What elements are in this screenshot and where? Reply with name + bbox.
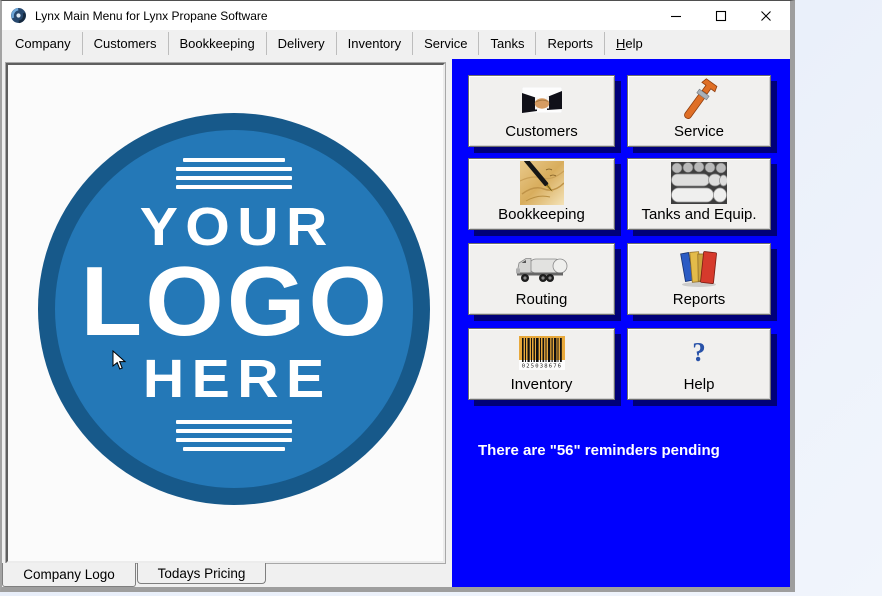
tanks-and-equipment-button-label: Tanks and Equip. xyxy=(641,207,756,224)
minimize-button[interactable] xyxy=(653,1,698,30)
menu-help-accel: H xyxy=(616,36,625,51)
mouse-cursor xyxy=(112,350,127,371)
customers-button-label: Customers xyxy=(505,124,578,141)
menu-reports[interactable]: Reports xyxy=(536,32,605,55)
company-logo-image: YOUR LOGO HERE xyxy=(38,113,430,505)
tab-company-logo[interactable]: Company Logo xyxy=(2,563,136,587)
reports-button-label: Reports xyxy=(673,292,726,309)
close-button[interactable] xyxy=(743,1,788,30)
reports-button[interactable]: Reports xyxy=(627,243,771,315)
logo-inner-circle: YOUR LOGO HERE xyxy=(55,130,413,488)
menu-customers[interactable]: Customers xyxy=(83,32,169,55)
inventory-button-label: Inventory xyxy=(511,377,573,394)
routing-button-label: Routing xyxy=(516,292,568,309)
logo-text-here: HERE xyxy=(136,352,332,406)
tank-truck-icon xyxy=(469,244,614,292)
inventory-button[interactable]: 025038676 Inventory xyxy=(468,328,615,400)
close-icon xyxy=(760,10,772,22)
service-button[interactable]: Service xyxy=(627,75,771,147)
menu-bookkeeping[interactable]: Bookkeeping xyxy=(169,32,267,55)
ledger-pen-icon xyxy=(469,159,614,207)
title-bar: Lynx Main Menu for Lynx Propane Software xyxy=(2,1,790,30)
handshake-icon xyxy=(469,76,614,124)
logo-picture-area: YOUR LOGO HERE xyxy=(6,63,445,563)
window-title: Lynx Main Menu for Lynx Propane Software xyxy=(35,9,268,23)
tab-todays-pricing-label: Todays Pricing xyxy=(158,566,246,581)
question-mark-icon: ? xyxy=(628,329,770,377)
logo-text-logo: LOGO xyxy=(78,256,391,346)
reminders-pending-text: There are "56" reminders pending xyxy=(478,442,720,459)
logo-picture-frame: YOUR LOGO HERE xyxy=(5,62,446,564)
tab-company-logo-label: Company Logo xyxy=(23,567,115,582)
service-button-label: Service xyxy=(674,124,724,141)
menu-delivery[interactable]: Delivery xyxy=(267,32,337,55)
barcode-digits: 025038676 xyxy=(521,363,562,369)
bookkeeping-button[interactable]: Bookkeeping xyxy=(468,158,615,230)
maximize-icon xyxy=(715,10,727,22)
help-button-label: Help xyxy=(684,377,715,394)
menu-inventory[interactable]: Inventory xyxy=(337,32,413,55)
tab-todays-pricing[interactable]: Todays Pricing xyxy=(137,563,266,584)
tanks-and-equipment-button[interactable]: Tanks and Equip. xyxy=(627,158,771,230)
menu-company[interactable]: Company xyxy=(4,32,83,55)
minimize-icon xyxy=(670,10,682,22)
window-controls xyxy=(653,1,788,30)
menu-service[interactable]: Service xyxy=(413,32,479,55)
maximize-button[interactable] xyxy=(698,1,743,30)
bookkeeping-button-label: Bookkeeping xyxy=(498,207,585,224)
app-icon xyxy=(10,7,27,24)
menu-help-rest: elp xyxy=(625,36,642,51)
books-icon xyxy=(628,244,770,292)
barcode-icon: 025038676 xyxy=(469,329,614,377)
app-window: Lynx Main Menu for Lynx Propane Software… xyxy=(0,0,795,592)
pipe-wrench-icon xyxy=(628,76,770,124)
routing-button[interactable]: Routing xyxy=(468,243,615,315)
logo-deco-lines-top xyxy=(176,155,292,192)
help-button[interactable]: ? Help xyxy=(627,328,771,400)
launcher-panel: Customers Service xyxy=(452,59,790,587)
menu-help[interactable]: Help xyxy=(605,32,654,55)
propane-tanks-icon xyxy=(628,159,770,207)
logo-deco-lines-bottom xyxy=(176,417,292,454)
menu-bar: Company Customers Bookkeeping Delivery I… xyxy=(2,30,790,57)
desktop: { "window": { "title": "Lynx Main Menu f… xyxy=(0,0,882,596)
customers-button[interactable]: Customers xyxy=(468,75,615,147)
question-mark-glyph: ? xyxy=(692,339,706,366)
menu-tanks[interactable]: Tanks xyxy=(479,32,536,55)
